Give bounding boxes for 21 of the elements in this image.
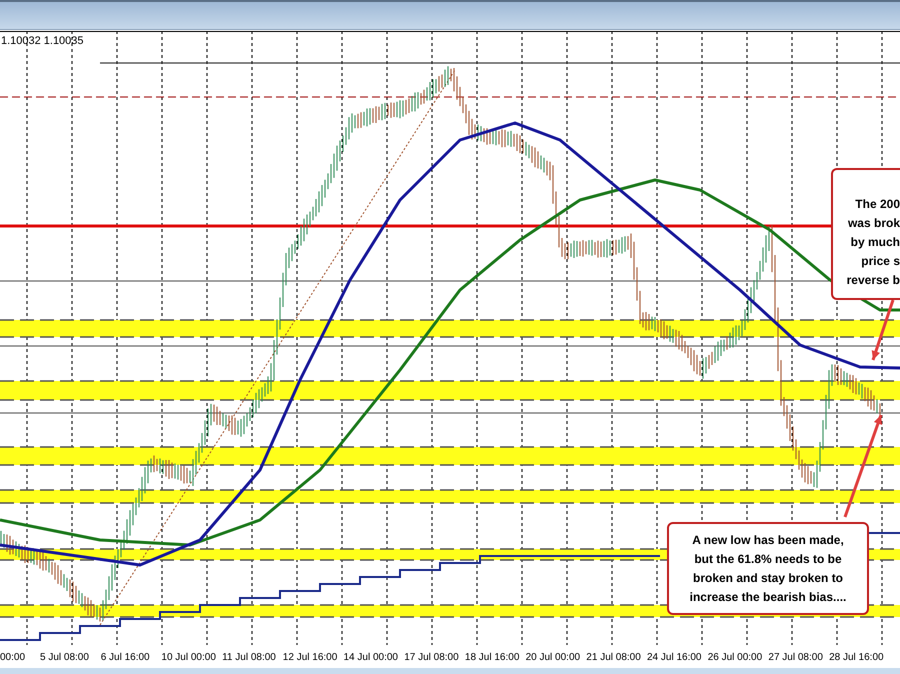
axis-label: 21 Jul 08:00 (586, 651, 641, 665)
axis-label: 24 Jul 16:00 (647, 651, 702, 665)
price-readout: 1.10032 (1, 34, 41, 49)
step-line (868, 532, 900, 534)
axis-label: 12 Jul 16:00 (282, 651, 338, 665)
axis-label: 00:00 (0, 651, 26, 665)
arrow (872, 300, 894, 360)
axis-label: 27 Jul 08:00 (768, 651, 823, 665)
axis-label: 6 Jul 16:00 (100, 651, 150, 665)
axis-label: 11 Jul 08:00 (222, 651, 276, 665)
annotation-callout: The 200 was brok by much price s reverse b (831, 168, 900, 300)
axis-label: 5 Jul 08:00 (40, 651, 89, 665)
price-readout: 1.10035 (44, 34, 84, 49)
axis-label: 20 Jul 00:00 (526, 651, 580, 665)
axis-label: 18 Jul 16:00 (464, 651, 520, 665)
axis-label: 10 Jul 00:00 (161, 651, 216, 665)
axis-label: 26 Jul 00:00 (708, 651, 762, 665)
axis-label: 28 Jul 16:00 (829, 651, 884, 665)
axis-label: 14 Jul 00:00 (344, 651, 398, 665)
axis-label: 17 Jul 08:00 (404, 651, 459, 665)
annotation-callout: A new low has been made, but the 61.8% needs to be broken and stay broken to increase the bearish bias.... (667, 522, 869, 615)
